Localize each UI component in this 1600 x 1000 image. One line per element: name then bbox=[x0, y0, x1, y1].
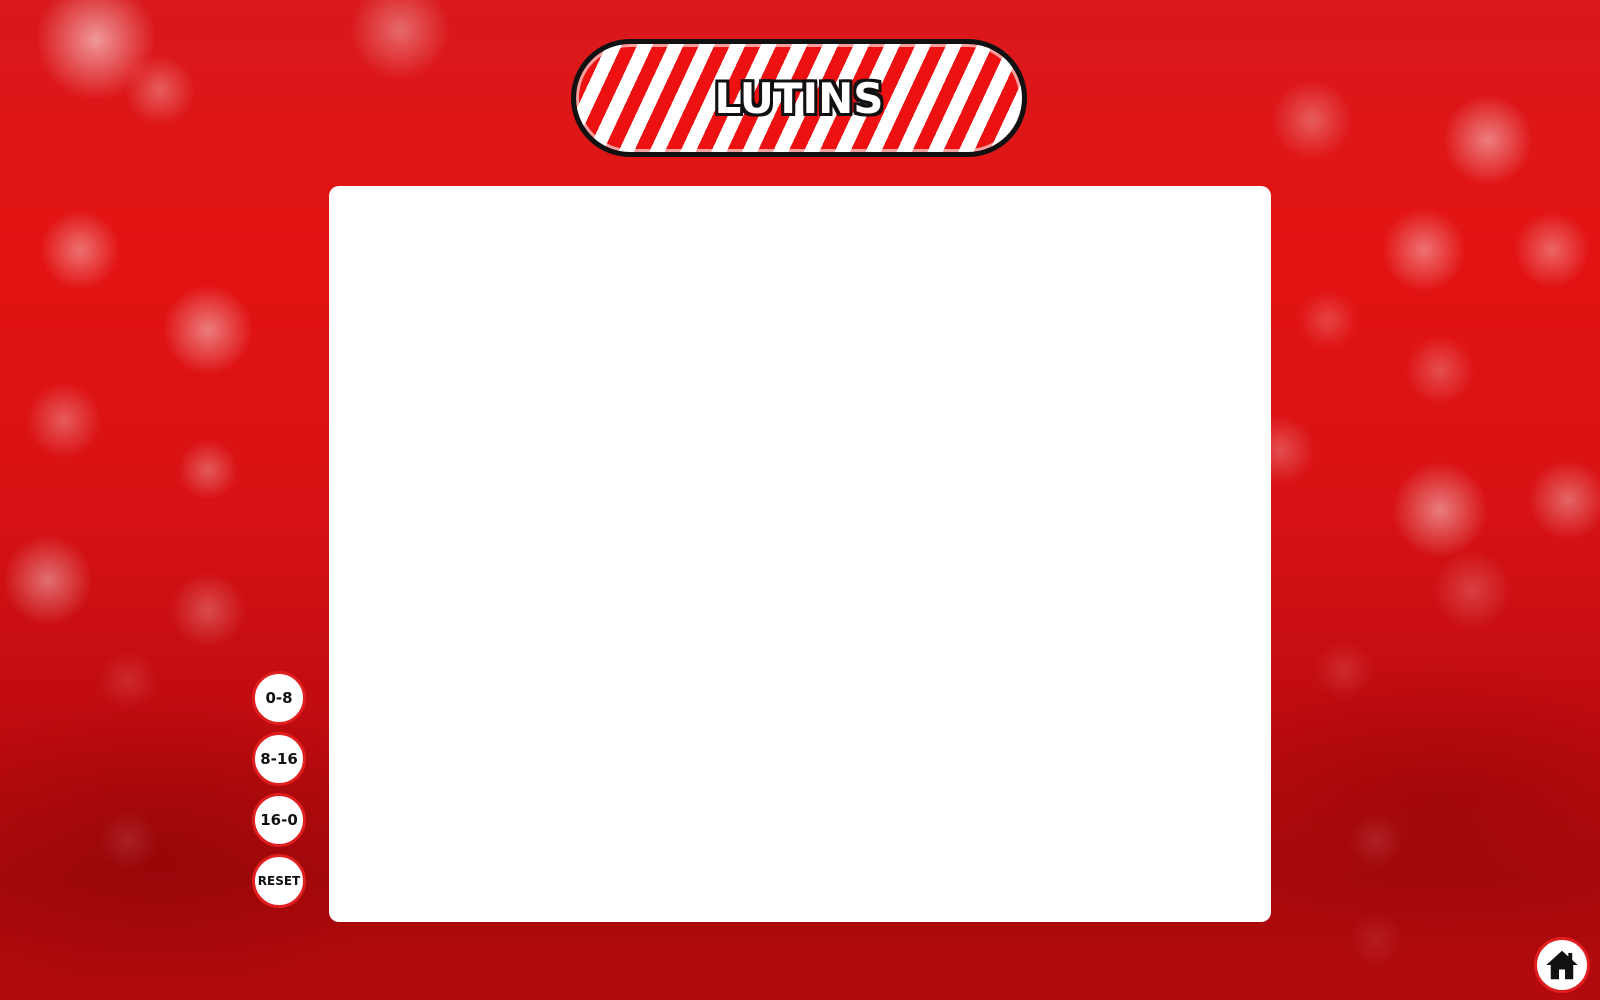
reset-button[interactable]: RESET bbox=[252, 854, 306, 908]
game-board[interactable] bbox=[329, 186, 1271, 922]
home-button[interactable] bbox=[1534, 937, 1590, 993]
title-banner: LUTINS bbox=[571, 39, 1027, 157]
range-8-16-button[interactable]: 8-16 bbox=[252, 732, 306, 786]
range-16-0-button[interactable]: 16-0 bbox=[252, 793, 306, 847]
home-icon bbox=[1546, 950, 1578, 980]
range-0-8-button[interactable]: 0-8 bbox=[252, 671, 306, 725]
page-title: LUTINS bbox=[713, 73, 884, 124]
range-controls: 0-8 8-16 16-0 RESET bbox=[252, 671, 306, 915]
